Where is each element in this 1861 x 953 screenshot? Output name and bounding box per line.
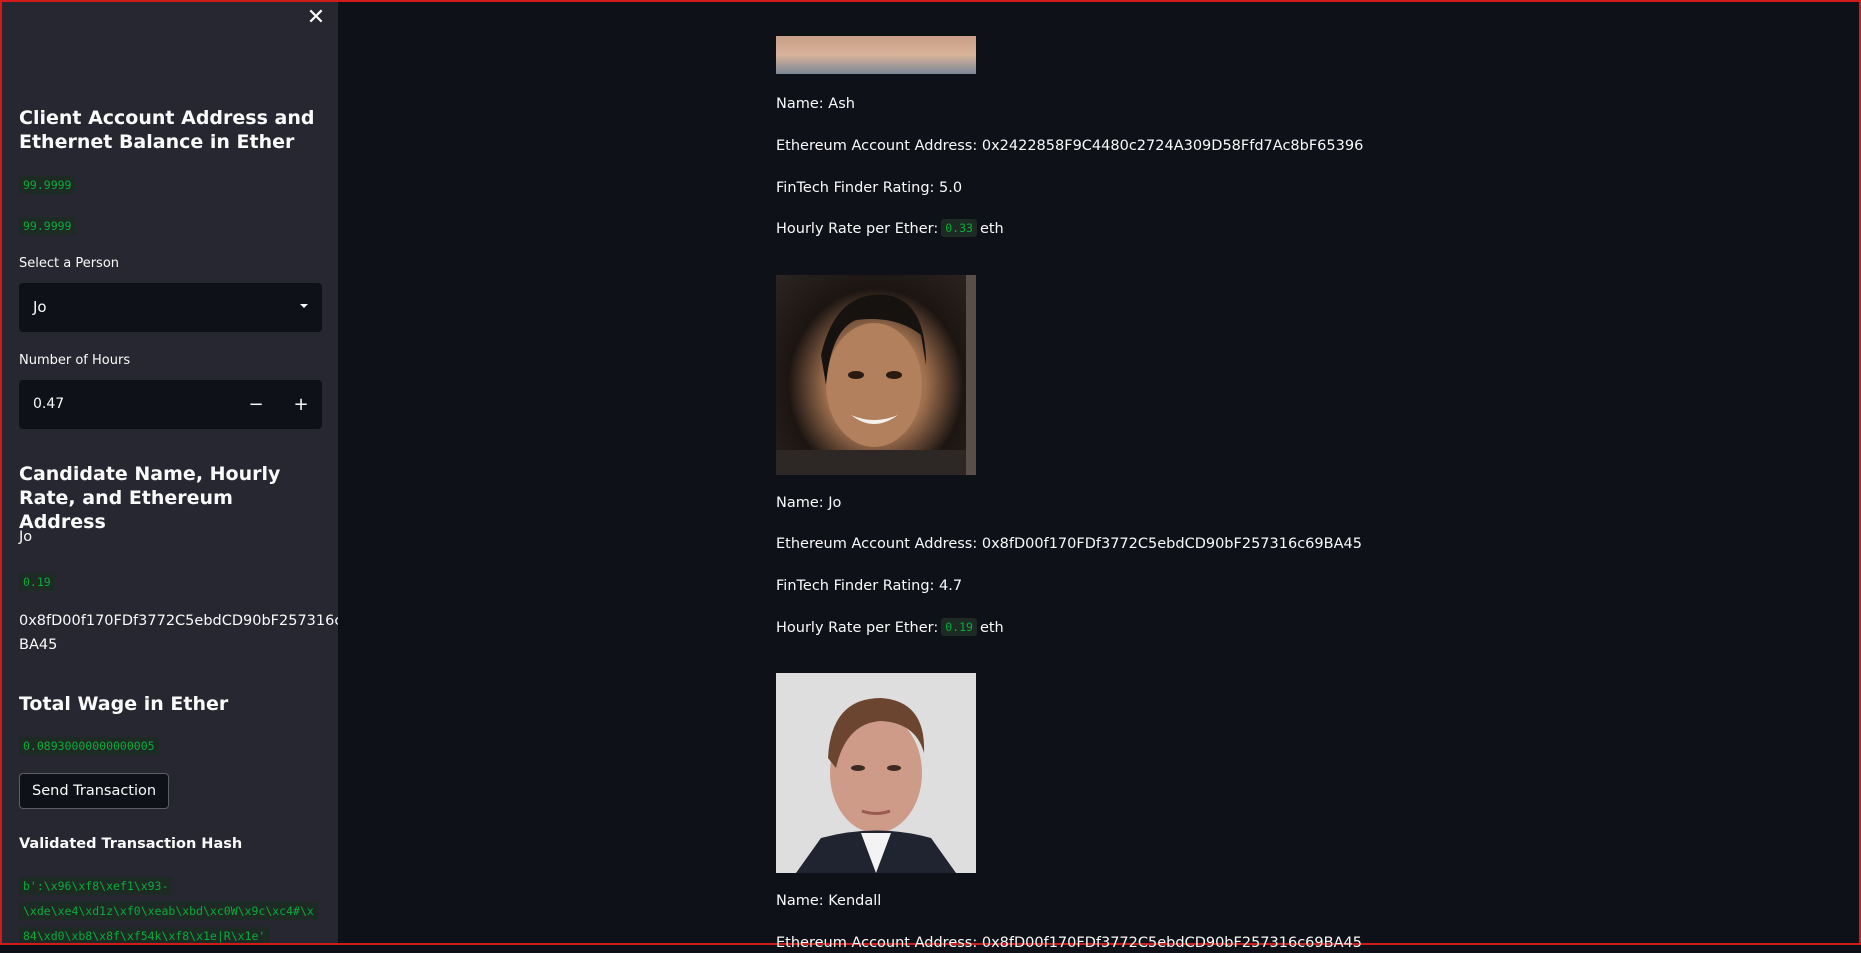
rate-value: 0.19	[941, 618, 977, 636]
hours-number-input[interactable]: 0.47 − +	[19, 380, 322, 429]
hours-value: 0.47	[33, 396, 65, 412]
transaction-hash-value: b':\x96\xf8\xef1\x93- \xde\xe4\xd1z\xf0\…	[19, 874, 322, 943]
balance-value: 99.9999	[19, 176, 76, 194]
candidate-heading: Candidate Name, Hourly Rate, and Ethereu…	[19, 463, 281, 533]
client-balance-heading: Client Account Address and Ethernet Bala…	[19, 107, 315, 153]
candidate-name: Name: Jo	[776, 495, 842, 511]
candidate-name: Jo	[19, 529, 33, 545]
candidate-address: Ethereum Account Address: 0x8fD00f170FDf…	[776, 935, 1362, 951]
chevron-down-icon	[300, 304, 308, 308]
rate-suffix: eth	[979, 620, 1004, 636]
candidate-rating: FinTech Finder Rating: 4.7	[776, 578, 963, 594]
candidate-rate: 0.19	[19, 573, 55, 591]
candidate-rate-line: Hourly Rate per Ether: 0.19 eth	[776, 618, 1004, 638]
candidate-photo-ash	[776, 36, 976, 74]
select-person-value: Jo	[33, 298, 47, 316]
balance-value-2: 99.9999	[19, 217, 76, 235]
total-wage-heading: Total Wage in Ether	[19, 693, 229, 715]
candidate-name: Name: Kendall	[776, 893, 882, 909]
close-icon[interactable]: ✕	[303, 5, 329, 31]
candidate-address-line-2: BA45	[19, 637, 58, 653]
hash-line-2: \xde\xe4\xd1z\xf0\xeab\xbd\xc0W\x9c\xc4#…	[19, 902, 318, 920]
portrait-jo	[776, 275, 976, 475]
main-content: Name: Ash Ethereum Account Address: 0x24…	[338, 2, 1859, 951]
sidebar: ✕ Client Account Address and Ethernet Ba…	[2, 2, 338, 943]
select-person-label: Select a Person	[19, 256, 120, 271]
candidate-rate-line: Hourly Rate per Ether: 0.33 eth	[776, 219, 1004, 239]
candidate-address-line-1: 0x8fD00f170FDf3772C5ebdCD90bF257316c69	[19, 613, 338, 629]
transaction-hash-heading: Validated Transaction Hash	[19, 836, 243, 852]
rate-prefix: Hourly Rate per Ether:	[776, 221, 939, 237]
candidate-rating: FinTech Finder Rating: 5.0	[776, 180, 963, 196]
rate-prefix: Hourly Rate per Ether:	[776, 620, 939, 636]
candidate-photo-jo	[776, 275, 976, 475]
send-transaction-button[interactable]: Send Transaction	[19, 773, 170, 809]
hash-line-3: 84\xd0\xb8\x8f\xf54k\xf8\x1e|R\x1e'	[19, 927, 270, 943]
rate-suffix: eth	[979, 221, 1004, 237]
total-wage-value: 0.08930000000000005	[19, 737, 159, 755]
decrement-button[interactable]: −	[236, 380, 276, 429]
candidate-address: Ethereum Account Address: 0x2422858F9C44…	[776, 138, 1364, 154]
candidate-address: Ethereum Account Address: 0x8fD00f170FDf…	[776, 536, 1362, 552]
hash-line-1: b':\x96\xf8\xef1\x93-	[19, 877, 173, 895]
candidate-address: 0x8fD00f170FDf3772C5ebdCD90bF257316c69 B…	[19, 609, 338, 657]
candidate-photo-kendall	[776, 673, 976, 873]
select-person-dropdown[interactable]: Jo	[19, 283, 322, 332]
candidate-name: Name: Ash	[776, 96, 855, 112]
hours-label: Number of Hours	[19, 353, 131, 368]
rate-value: 0.33	[941, 219, 977, 237]
increment-button[interactable]: +	[281, 380, 321, 429]
portrait-kendall	[776, 673, 976, 873]
